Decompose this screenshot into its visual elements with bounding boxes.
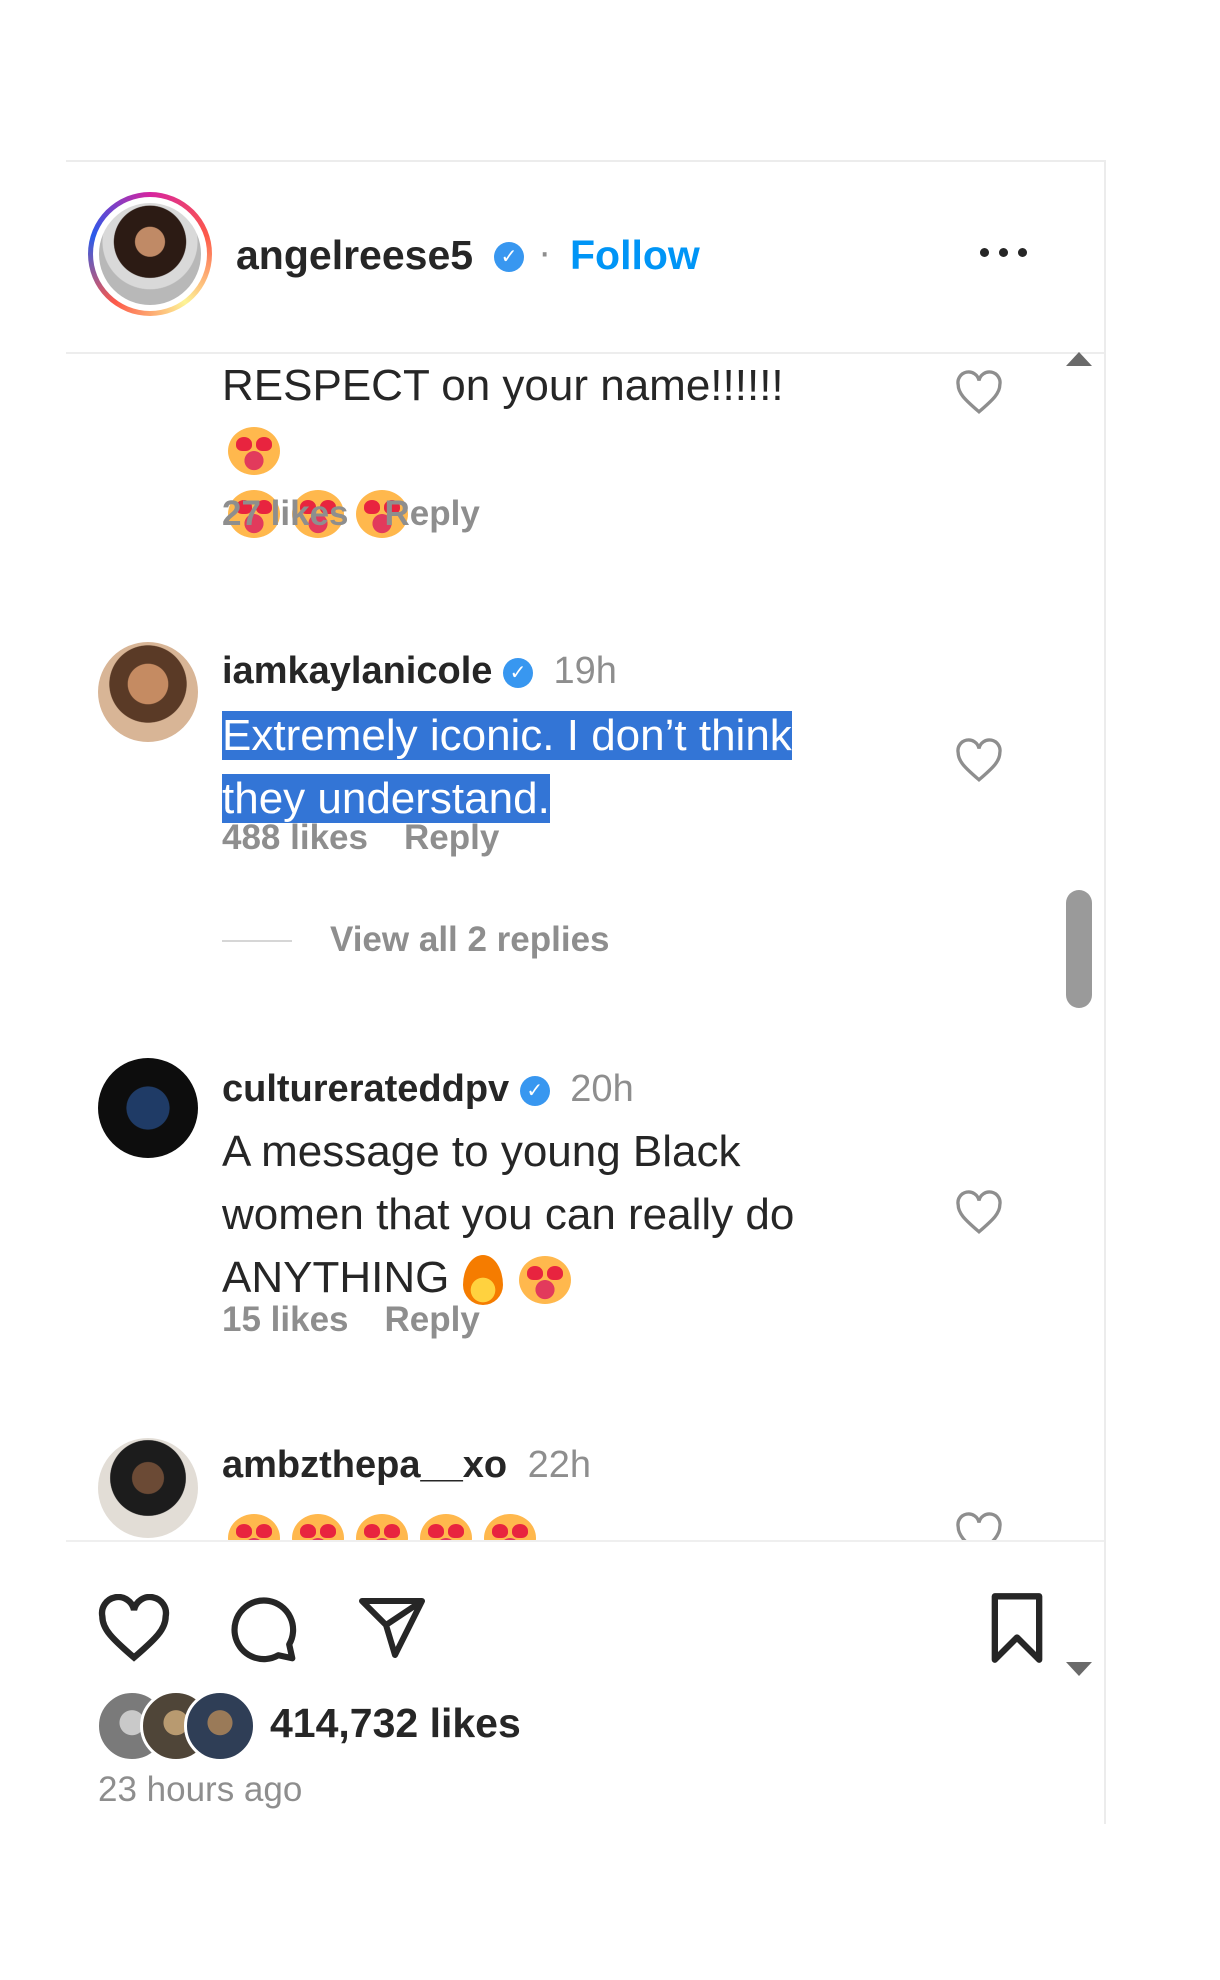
commenter-username: culturerateddpv ✓ 20h <box>222 1068 634 1111</box>
heart-eyes-emoji-icon <box>292 1514 344 1540</box>
liker-avatar <box>184 1690 256 1762</box>
separator-dot: · <box>538 230 552 274</box>
commenter-username: ambzthepa__xo 22h <box>222 1444 591 1487</box>
follow-button[interactable]: Follow <box>570 232 700 279</box>
reply-button[interactable]: Reply <box>385 1300 480 1339</box>
comment-time: 19h <box>553 650 617 692</box>
commenter-avatar[interactable] <box>98 1438 198 1538</box>
heart-eyes-emoji-icon <box>484 1514 536 1540</box>
comment-time: 20h <box>570 1068 634 1110</box>
comment-likes[interactable]: 27 likes <box>222 494 349 533</box>
comment-text: Extremely iconic. I don’t think they und… <box>222 704 792 830</box>
commenter-avatar[interactable] <box>98 642 198 742</box>
post-username[interactable]: angelreese5 <box>236 232 473 279</box>
comment-username-link[interactable]: ambzthepa__xo <box>222 1444 507 1486</box>
heart-eyes-emoji-icon <box>420 1514 472 1540</box>
comment-like-heart-icon[interactable] <box>954 1190 1004 1236</box>
more-options-icon[interactable] <box>976 242 1032 262</box>
comment-time: 22h <box>527 1444 592 1486</box>
heart-eyes-emoji-icon <box>356 1514 408 1540</box>
comment-like-heart-icon[interactable] <box>954 1512 1004 1540</box>
scroll-up-arrow-icon[interactable] <box>1066 352 1092 366</box>
profile-avatar[interactable] <box>88 192 212 316</box>
comment-likes[interactable]: 15 likes <box>222 1300 349 1339</box>
reply-button[interactable]: Reply <box>385 494 480 533</box>
verified-badge-icon: ✓ <box>494 242 524 272</box>
highlighted-text: they understand. <box>222 774 550 823</box>
comment-meta: 27 likes Reply <box>222 494 480 534</box>
comment-icon[interactable] <box>226 1592 300 1666</box>
fire-emoji-icon <box>463 1255 504 1306</box>
comment-meta: 15 likes Reply <box>222 1300 480 1340</box>
reply-button[interactable]: Reply <box>404 818 499 857</box>
post-timestamp: 23 hours ago <box>98 1770 303 1809</box>
comment-username-link[interactable]: iamkaylanicole <box>222 650 492 692</box>
like-heart-icon[interactable] <box>96 1594 172 1664</box>
comment-text: A message to young Black women that you … <box>222 1120 794 1309</box>
replies-divider <box>222 940 292 942</box>
verified-badge-icon: ✓ <box>502 657 533 688</box>
comment-meta: 488 likes Reply <box>222 818 499 858</box>
highlighted-text: Extremely iconic. I don’t think <box>222 711 792 760</box>
comment-like-heart-icon[interactable] <box>954 738 1004 784</box>
save-bookmark-icon[interactable] <box>982 1590 1052 1666</box>
scrollbar-thumb[interactable] <box>1066 890 1092 1008</box>
comment-username-link[interactable]: culturerateddpv <box>222 1068 509 1110</box>
commenter-avatar[interactable] <box>98 1058 198 1158</box>
liked-by-avatars[interactable] <box>96 1690 266 1762</box>
comment-text <box>222 1504 542 1540</box>
share-send-icon[interactable] <box>356 1592 428 1664</box>
commenter-username: iamkaylanicole ✓ 19h <box>222 650 617 693</box>
view-replies-button[interactable]: View all 2 replies <box>330 920 610 960</box>
post-likes-count[interactable]: 414,732 likes <box>270 1700 521 1747</box>
post-actions-bar: 414,732 likes 23 hours ago <box>66 1540 1104 1826</box>
heart-eyes-emoji-icon <box>228 427 280 476</box>
comment-likes[interactable]: 488 likes <box>222 818 368 857</box>
heart-eyes-emoji-icon <box>228 1514 280 1540</box>
comments-list[interactable]: RESPECT on your name!!!!!! 27 likes Reply… <box>66 354 1104 1540</box>
post-comments-panel: angelreese5 ✓ · Follow RESPECT on your n… <box>66 160 1106 1824</box>
heart-eyes-emoji-icon <box>519 1256 572 1305</box>
verified-badge-icon: ✓ <box>519 1075 550 1106</box>
comment-like-heart-icon[interactable] <box>954 370 1004 416</box>
post-header: angelreese5 ✓ · Follow <box>66 162 1104 354</box>
